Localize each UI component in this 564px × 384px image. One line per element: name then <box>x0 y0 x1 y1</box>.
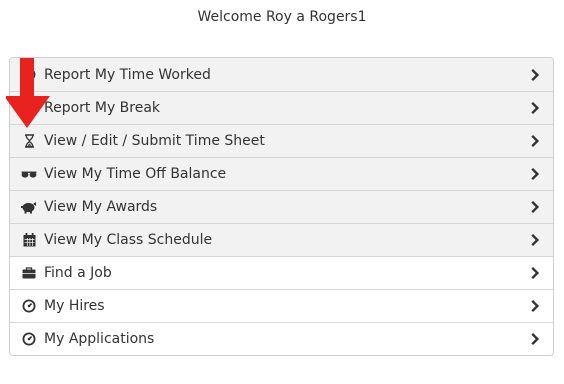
red-arrow-annotation <box>6 58 50 128</box>
menu-item-label: My Applications <box>44 331 155 347</box>
menu-item-label: View My Awards <box>44 199 158 215</box>
dashboard-icon <box>21 331 37 347</box>
chevron-right-icon <box>531 134 540 148</box>
chevron-right-icon <box>531 332 540 346</box>
menu-item-find-job[interactable]: Find a Job <box>10 256 553 289</box>
hourglass-icon <box>21 133 37 149</box>
menu-item-label: Report My Time Worked <box>44 66 211 83</box>
chevron-right-icon <box>531 299 540 313</box>
calendar-icon <box>21 232 37 248</box>
menu-item-label: View My Class Schedule <box>44 232 213 248</box>
chevron-right-icon <box>531 167 540 181</box>
red-arrow-shape <box>6 58 50 128</box>
main-menu: Report My Time Worked Report My Break Vi… <box>9 57 554 356</box>
sunglasses-icon <box>21 166 37 182</box>
menu-item-my-applications[interactable]: My Applications <box>10 322 553 355</box>
menu-item-label: View My Time Off Balance <box>44 166 227 182</box>
dashboard-icon <box>21 298 37 314</box>
chevron-right-icon <box>531 200 540 214</box>
menu-item-time-off-balance[interactable]: View My Time Off Balance <box>10 157 553 190</box>
briefcase-icon <box>21 265 37 281</box>
chevron-right-icon <box>531 266 540 280</box>
menu-item-my-hires[interactable]: My Hires <box>10 289 553 322</box>
menu-item-time-sheet[interactable]: View / Edit / Submit Time Sheet <box>10 124 553 157</box>
menu-item-class-schedule[interactable]: View My Class Schedule <box>10 223 553 256</box>
menu-item-label: Report My Break <box>44 100 161 116</box>
menu-item-report-break[interactable]: Report My Break <box>10 91 553 124</box>
welcome-message: Welcome Roy a Rogers1 <box>197 9 367 25</box>
chevron-right-icon <box>531 101 540 115</box>
menu-item-awards[interactable]: View My Awards <box>10 190 553 223</box>
menu-item-report-time-worked[interactable]: Report My Time Worked <box>10 58 553 91</box>
piggy-bank-icon <box>21 199 37 215</box>
chevron-right-icon <box>531 233 540 247</box>
menu-item-label: My Hires <box>44 298 105 314</box>
menu-item-label: Find a Job <box>44 265 112 281</box>
chevron-right-icon <box>531 68 540 81</box>
menu-item-label: View / Edit / Submit Time Sheet <box>44 133 265 149</box>
